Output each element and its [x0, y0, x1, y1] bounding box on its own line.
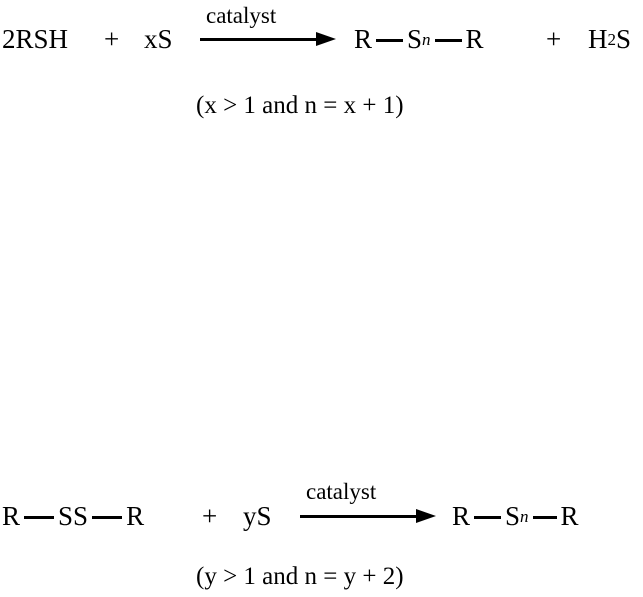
reaction-1-byproduct-hydrogen-sulfide: H 2 S	[588, 26, 631, 53]
reaction-2-product-sulfur: S	[505, 501, 521, 531]
reaction-1-product-plus: +	[546, 24, 562, 54]
reaction-2-arrow	[300, 509, 436, 525]
reaction-2-product-right-R: R	[560, 501, 579, 531]
bond-line	[434, 39, 462, 42]
reaction-2-reactant-right-R: R	[126, 501, 145, 531]
reaction-2-reactant-disulfide-core: SS	[58, 501, 89, 531]
reaction-1-reactant-plus: +	[104, 24, 120, 54]
reaction-scheme: 2RSH + xS catalyst R S n R + H 2 S (x > …	[0, 0, 643, 597]
bond-line	[92, 516, 123, 519]
bond-line	[376, 39, 404, 42]
reaction-2-arrow-head	[416, 509, 436, 523]
reaction-1-byproduct-H: H	[588, 24, 608, 54]
reaction-1-reactant-sulfur: xS	[144, 24, 173, 54]
reaction-1-byproduct-subscript: 2	[607, 30, 617, 49]
reaction-1-arrow-shaft	[200, 38, 318, 41]
reaction-2-product-sulfur-subscript: n	[520, 507, 529, 526]
reaction-1-byproduct-S: S	[616, 24, 632, 54]
reaction-1-product-sulfur: S	[407, 24, 423, 54]
reaction-1-condition: (x > 1 and n = x + 1)	[196, 92, 404, 119]
reaction-1-arrow-head	[316, 32, 336, 46]
bond-line	[532, 516, 557, 519]
reaction-1-product-right-R: R	[465, 24, 484, 54]
reaction-2-product-left-R: R	[452, 501, 471, 531]
reaction-2-reactant-left-R: R	[2, 501, 21, 531]
bond-line	[24, 516, 55, 519]
reaction-2-condition: (y > 1 and n = y + 2)	[196, 563, 404, 590]
reaction-2-arrow-shaft	[300, 515, 418, 518]
reaction-2-product-polysulfide: R S n R	[452, 503, 579, 530]
reaction-1-arrow	[200, 32, 336, 48]
reaction-2-reactant-sulfur: yS	[243, 501, 272, 531]
reaction-1-product-polysulfide: R S n R	[354, 26, 484, 53]
reaction-1-product-left-R: R	[354, 24, 373, 54]
reaction-2-reactant-plus: +	[202, 501, 218, 531]
reaction-1-product-sulfur-subscript: n	[422, 30, 431, 49]
bond-line	[474, 516, 502, 519]
reaction-2-reactant-disulfide: R SS R	[2, 503, 144, 530]
reaction-1-catalyst-label: catalyst	[206, 3, 277, 28]
reaction-2-catalyst-label: catalyst	[306, 479, 377, 504]
reaction-1-reactant-thiol: 2RSH	[2, 24, 69, 54]
